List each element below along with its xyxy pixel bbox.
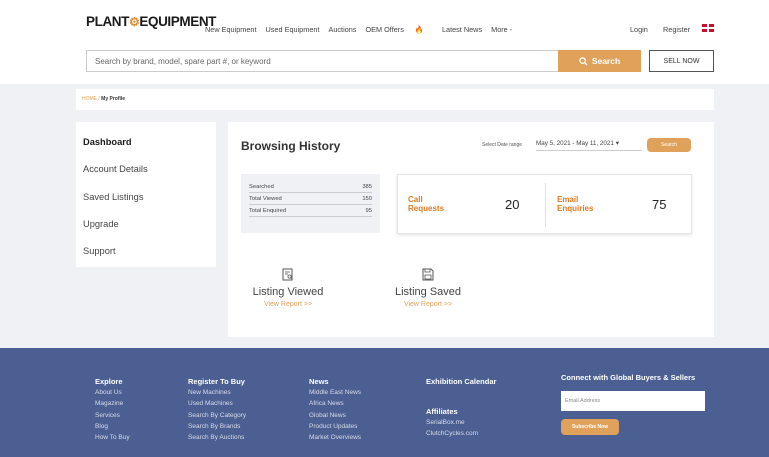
stat-value: 385 <box>362 184 372 190</box>
footer-link[interactable]: Search By Category <box>188 410 246 421</box>
footer-link[interactable]: Services <box>95 410 130 421</box>
floppy-disk-icon <box>422 268 434 281</box>
uk-flag-icon[interactable] <box>702 24 714 32</box>
sidebar-item-support[interactable]: Support <box>83 246 116 256</box>
breadcrumb-current: My Profile <box>101 96 126 102</box>
breadcrumb-separator: / <box>98 96 100 102</box>
footer-link[interactable]: Middle East News <box>309 387 361 398</box>
site-footer: Explore About Us Magazine Services Blog … <box>0 348 769 457</box>
stat-row: Total Enquired 95 <box>249 205 372 217</box>
stat-row: Searched 385 <box>249 181 372 193</box>
newsletter-email-input[interactable]: Email Address <box>561 391 705 411</box>
stat-value: 150 <box>362 196 372 202</box>
sidebar-item-upgrade[interactable]: Upgrade <box>83 219 119 229</box>
footer-affiliates: Affiliates SerialBox.me ClutchCycles.com <box>426 406 478 440</box>
search-button-label: Search <box>591 56 621 66</box>
listing-saved-report: Listing Saved View Report >> <box>383 268 473 308</box>
caret-down-icon: ▾ <box>615 140 619 147</box>
nav-latest-news[interactable]: Latest News <box>442 25 482 34</box>
listing-viewed-report: Listing Viewed View Report >> <box>243 268 333 308</box>
stat-value: 95 <box>365 208 372 214</box>
page-title: Browsing History <box>241 139 341 153</box>
stat-label: Total Viewed <box>249 196 282 202</box>
stat-label: Searched <box>249 184 274 190</box>
footer-register-to-buy: Register To Buy New Machines Used Machin… <box>188 376 246 443</box>
search-button[interactable]: Search <box>558 50 641 72</box>
site-header: PLANT⚙EQUIPMENT New Equipment Used Equip… <box>0 0 769 84</box>
date-search-button[interactable]: Search <box>647 138 691 152</box>
card-divider <box>545 183 546 227</box>
gear-icon: ⚙ <box>129 15 140 29</box>
footer-link[interactable]: About Us <box>95 387 130 398</box>
requests-card: Call Requests 20 Email Enquiries 75 <box>397 174 692 234</box>
site-logo[interactable]: PLANT⚙EQUIPMENT <box>86 14 216 29</box>
footer-link[interactable]: Search By Auctions <box>188 432 246 443</box>
view-report-link[interactable]: View Report >> <box>383 301 473 308</box>
footer-link[interactable]: New Machines <box>188 387 246 398</box>
sidebar-item-saved-listings[interactable]: Saved Listings <box>83 192 143 202</box>
listing-viewed-title: Listing Viewed <box>252 286 324 298</box>
footer-heading: Register To Buy <box>188 377 245 386</box>
stat-row: Total Viewed 150 <box>249 193 372 205</box>
nav-new-equipment[interactable]: New Equipment <box>205 25 257 34</box>
footer-heading: Explore <box>95 377 123 386</box>
account-sidebar: Dashboard Account Details Saved Listings… <box>76 122 216 267</box>
dashboard-panel: Browsing History Select Date range May 5… <box>228 122 714 337</box>
nav-auctions[interactable]: Auctions <box>328 25 356 34</box>
sidebar-item-dashboard[interactable]: Dashboard <box>83 137 132 147</box>
footer-exhibition: Exhibition Calendar <box>426 376 496 387</box>
date-range-select[interactable]: May 5, 2021 - May 11, 2021 ▾ <box>536 138 642 151</box>
nav-used-equipment[interactable]: Used Equipment <box>266 25 320 34</box>
breadcrumb-home[interactable]: HOME <box>82 96 97 102</box>
footer-link[interactable]: Blog <box>95 421 130 432</box>
footer-link[interactable]: Market Overviews <box>309 432 361 443</box>
stats-box: Searched 385 Total Viewed 150 Total Enqu… <box>241 174 380 233</box>
email-enquiries-label: Email Enquiries <box>557 195 593 213</box>
document-search-icon <box>282 268 293 281</box>
fire-icon: 🔥 <box>414 25 424 34</box>
email-label-line1: Email <box>557 195 579 204</box>
nav-more[interactable]: More - <box>491 25 512 34</box>
login-link[interactable]: Login <box>630 25 648 34</box>
footer-heading: Affiliates <box>426 407 458 416</box>
sidebar-item-account-details[interactable]: Account Details <box>83 164 148 174</box>
search-icon <box>579 56 588 66</box>
call-requests-label: Call Requests <box>408 195 444 213</box>
email-label-line2: Enquiries <box>557 204 594 213</box>
footer-link[interactable]: Used Machines <box>188 398 246 409</box>
footer-link[interactable]: Search By Brands <box>188 421 246 432</box>
call-label-line1: Call <box>408 195 423 204</box>
main-nav: New Equipment Used Equipment Auctions OE… <box>205 25 521 34</box>
register-link[interactable]: Register <box>663 25 690 34</box>
nav-oem-offers[interactable]: OEM Offers 🔥 <box>365 25 432 34</box>
footer-link[interactable]: How To Buy <box>95 432 130 443</box>
email-enquiries-value: 75 <box>652 197 667 212</box>
footer-heading[interactable]: Exhibition Calendar <box>426 376 496 387</box>
sell-now-button[interactable]: SELL NOW <box>649 50 714 72</box>
footer-link[interactable]: Africa News <box>309 398 361 409</box>
footer-connect-heading: Connect with Global Buyers & Sellers <box>561 373 696 382</box>
footer-link[interactable]: Magazine <box>95 398 130 409</box>
view-report-link[interactable]: View Report >> <box>243 301 333 308</box>
footer-explore: Explore About Us Magazine Services Blog … <box>95 376 130 443</box>
footer-link[interactable]: Product Updates <box>309 421 361 432</box>
footer-link[interactable]: SerialBox.me <box>426 417 478 428</box>
footer-link[interactable]: ClutchCycles.com <box>426 428 478 439</box>
footer-news: News Middle East News Africa News Global… <box>309 376 361 443</box>
date-range-value: May 5, 2021 - May 11, 2021 <box>536 140 614 147</box>
date-range-label: Select Date range <box>482 142 523 148</box>
search-input[interactable]: Search by brand, model, spare part #, or… <box>86 50 558 72</box>
footer-heading: News <box>309 377 329 386</box>
call-label-line2: Requests <box>408 204 445 213</box>
nav-oem-offers-label: OEM Offers <box>365 25 404 34</box>
listing-saved-title: Listing Saved <box>394 286 462 298</box>
stat-label: Total Enquired <box>249 208 287 214</box>
breadcrumb: HOME / My Profile <box>76 89 714 110</box>
subscribe-button[interactable]: Subscribe Now <box>561 419 619 435</box>
call-requests-value: 20 <box>505 197 520 212</box>
footer-link[interactable]: Global News <box>309 410 361 421</box>
